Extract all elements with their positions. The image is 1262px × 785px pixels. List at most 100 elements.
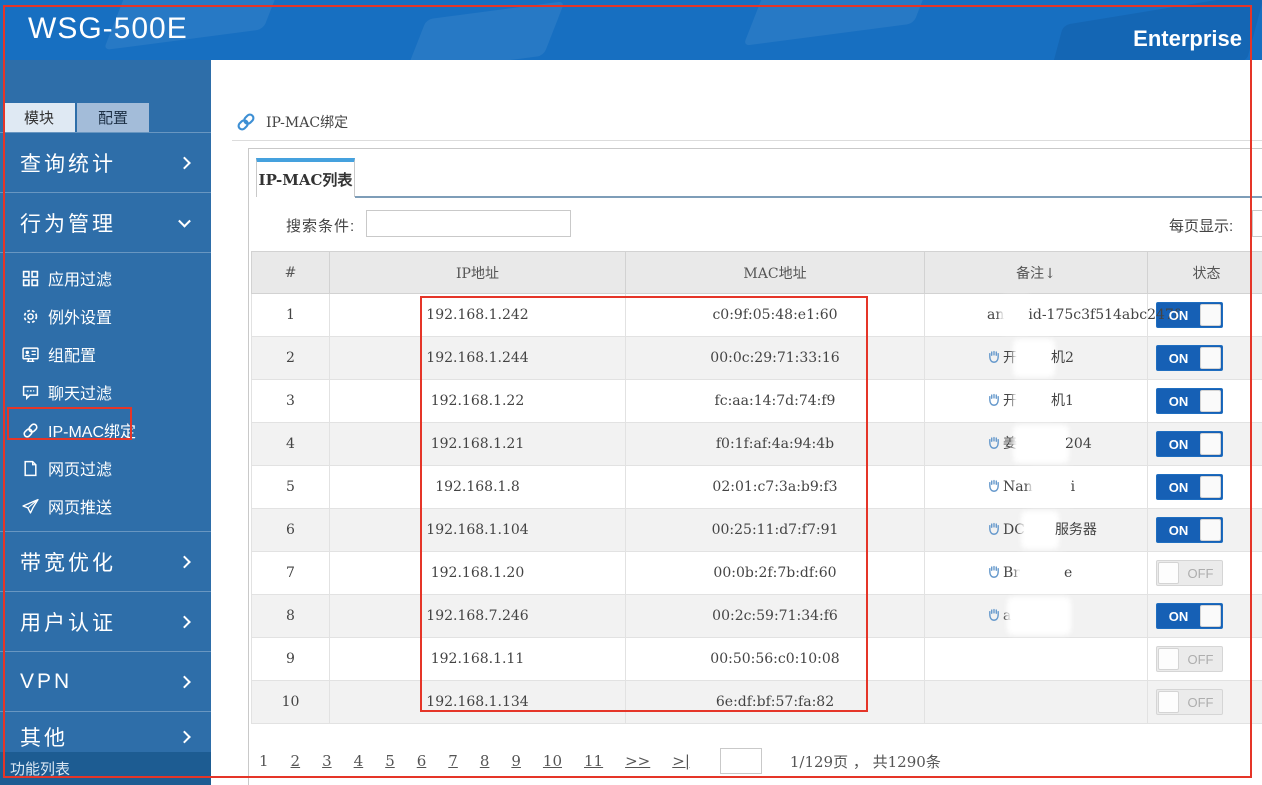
table-header-row: # IP地址 MAC地址 备注↓ 状态: [251, 251, 1262, 294]
search-input[interactable]: [366, 210, 571, 237]
page-link[interactable]: 5: [385, 752, 395, 770]
page-link[interactable]: 10: [543, 752, 562, 770]
next-pages-link[interactable]: >>: [625, 752, 650, 770]
status-cell: ON: [1147, 508, 1262, 552]
col-header-remark[interactable]: 备注↓: [924, 251, 1148, 294]
tab-config[interactable]: 配置: [77, 103, 149, 132]
toggle-knob: [1200, 605, 1221, 627]
mac-cell: 00:0c:29:71:33:16: [625, 336, 925, 380]
col-header-index[interactable]: #: [251, 251, 330, 294]
per-page-input[interactable]: [1252, 210, 1262, 237]
mac-cell: 00:2c:59:71:34:f6: [625, 594, 925, 638]
col-header-status[interactable]: 状态: [1147, 251, 1262, 294]
page-link[interactable]: 8: [480, 752, 490, 770]
ip-mac-table: # IP地址 MAC地址 备注↓ 状态 1 192.168.1.242 c0:9…: [251, 251, 1262, 724]
censor-blur: [1017, 386, 1051, 416]
sidebar-item-chat-filter[interactable]: 聊天过滤: [0, 373, 211, 411]
sidebar-item-exception-settings[interactable]: 例外设置: [0, 297, 211, 335]
toggle-knob: [1158, 562, 1179, 584]
page-link[interactable]: 7: [448, 752, 458, 770]
status-toggle[interactable]: ON: [1156, 345, 1223, 371]
ip-cell: 192.168.1.104: [329, 508, 626, 552]
toggle-knob: [1200, 519, 1221, 541]
page-link[interactable]: 4: [354, 752, 364, 770]
sidebar-tabs: 模块 配置: [3, 103, 151, 132]
remark-cell: 开 机1: [924, 379, 1148, 423]
sidebar-item-web-push[interactable]: 网页推送: [0, 487, 211, 525]
sidebar-item-label: 聊天过滤: [48, 386, 113, 403]
sidebar-group-user-auth[interactable]: 用户认证: [0, 591, 211, 651]
idcard-icon: [22, 346, 39, 362]
toggle-label: OFF: [1187, 565, 1214, 581]
toggle-label: ON: [1168, 307, 1189, 323]
chevron-right-icon: [178, 156, 191, 169]
ip-cell: 192.168.1.21: [329, 422, 626, 466]
sidebar-item-ip-mac-binding[interactable]: IP-MAC绑定: [0, 411, 211, 449]
row-number-cell: 9: [251, 637, 330, 681]
remark-cell: [924, 637, 1148, 681]
table-row: 10 192.168.1.134 6e:df:bf:57:fa:82 OFF: [251, 680, 1262, 724]
tab-modules[interactable]: 模块: [3, 103, 75, 132]
sidebar-item-app-filter[interactable]: 应用过滤: [0, 259, 211, 297]
edition-badge: Enterprise: [1133, 26, 1242, 51]
status-cell: ON: [1147, 336, 1262, 380]
sidebar-group-bandwidth[interactable]: 带宽优化: [0, 531, 211, 591]
page-link[interactable]: 6: [417, 752, 427, 770]
status-toggle[interactable]: ON: [1156, 474, 1223, 500]
sidebar-item-group-config[interactable]: 组配置: [0, 335, 211, 373]
row-number-cell: 2: [251, 336, 330, 380]
toggle-label: OFF: [1187, 694, 1214, 710]
ip-cell: 192.168.1.11: [329, 637, 626, 681]
status-toggle[interactable]: ON: [1156, 517, 1223, 543]
remark-text: DC: [1003, 522, 1025, 538]
last-page-link[interactable]: >|: [672, 752, 690, 770]
page-jump-input[interactable]: [719, 748, 762, 774]
status-toggle[interactable]: OFF: [1156, 646, 1223, 672]
page-link[interactable]: 9: [511, 752, 521, 770]
row-number-cell: 4: [251, 422, 330, 466]
group-label: 其他: [20, 726, 68, 750]
hand-icon: [987, 479, 1001, 497]
chevron-right-icon: [178, 675, 191, 688]
sidebar-item-web-filter[interactable]: 网页过滤: [0, 449, 211, 487]
remark-cell: a: [924, 594, 1148, 638]
status-cell: ON: [1147, 422, 1262, 466]
sidebar-menu: 查询统计 行为管理 应用过滤 例外设置 组配置 聊天过滤 IP-MAC绑定 网页…: [0, 132, 211, 761]
toggle-label: ON: [1168, 350, 1189, 366]
table-row: 6 192.168.1.104 00:25:11:d7:f7:91 DC 服务器 …: [251, 508, 1262, 552]
censor-blur: [1017, 429, 1065, 459]
status-toggle[interactable]: ON: [1156, 431, 1223, 457]
remark-text: e: [1063, 565, 1073, 581]
col-header-mac[interactable]: MAC地址: [625, 251, 925, 294]
table-body: 1 192.168.1.242 c0:9f:05:48:e1:60 an id-1…: [251, 293, 1262, 724]
row-number-cell: 3: [251, 379, 330, 423]
hand-icon: [987, 608, 1001, 626]
status-toggle[interactable]: ON: [1156, 388, 1223, 414]
table-row: 2 192.168.1.244 00:0c:29:71:33:16 开 机2 ON: [251, 336, 1262, 380]
app-window: WSG-500E Enterprise 模块 配置 查询统计 行为管理 应用过滤: [0, 0, 1262, 785]
ip-cell: 192.168.1.244: [329, 336, 626, 380]
status-toggle[interactable]: OFF: [1156, 689, 1223, 715]
sidebar-group-vpn[interactable]: VPN: [0, 651, 211, 711]
toggle-label: ON: [1168, 436, 1189, 452]
function-list-footer[interactable]: 功能列表: [0, 752, 211, 785]
table-row: 8 192.168.7.246 00:2c:59:71:34:f6 a ON: [251, 594, 1262, 638]
sidebar-group-behavior-mgmt[interactable]: 行为管理: [0, 192, 211, 252]
link-icon: [237, 113, 255, 131]
toggle-knob: [1158, 648, 1179, 670]
page-link[interactable]: 3: [322, 752, 332, 770]
sidebar-group-query-stats[interactable]: 查询统计: [0, 132, 211, 192]
page-link[interactable]: 2: [291, 752, 301, 770]
sidebar-item-label: 例外设置: [48, 310, 113, 327]
censor-blur: [1019, 558, 1064, 588]
remark-text: Br: [1003, 565, 1020, 581]
col-header-ip[interactable]: IP地址: [329, 251, 626, 294]
ip-cell: 192.168.1.242: [329, 293, 626, 337]
page-link[interactable]: 11: [584, 752, 603, 770]
tab-ip-mac-list[interactable]: IP-MAC列表: [256, 158, 355, 197]
status-toggle[interactable]: ON: [1156, 603, 1223, 629]
sidebar-item-label: 网页推送: [48, 500, 113, 517]
page-title: IP-MAC绑定: [266, 115, 349, 131]
per-page-label: 每页显示:: [1169, 218, 1234, 235]
status-toggle[interactable]: OFF: [1156, 560, 1223, 586]
